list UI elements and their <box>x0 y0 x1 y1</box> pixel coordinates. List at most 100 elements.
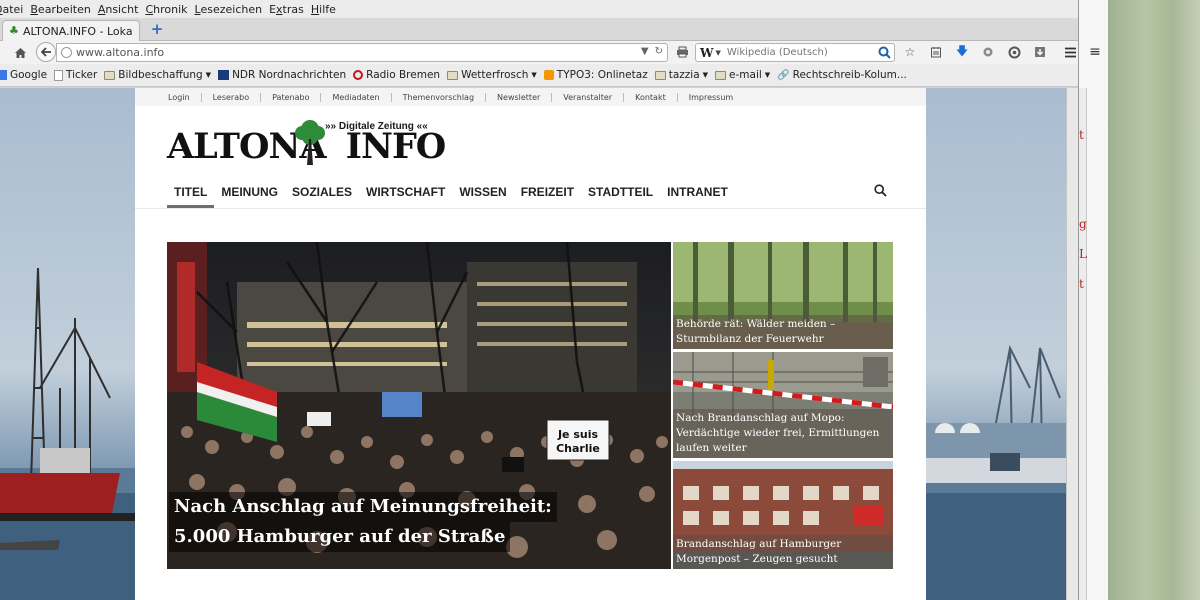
second-window-menu-icon[interactable]: ≡ <box>1087 44 1103 60</box>
bookmark-item[interactable]: NDR Nordnachrichten <box>218 69 346 81</box>
mainnav-item[interactable]: STADTTEIL <box>581 184 660 208</box>
topnav-link[interactable]: Leserabo <box>202 92 262 102</box>
logo-tagline: »» Digitale Zeitung «« <box>325 121 428 132</box>
bookmark-item[interactable]: Radio Bremen <box>353 69 440 81</box>
tab-altona-info[interactable]: ♣ ALTONA.INFO - Lokal... <box>2 20 140 41</box>
side-article-caption: Behörde rät: Wälder meiden – Sturmbilanz… <box>673 315 893 349</box>
side-article-forest[interactable]: Behörde rät: Wälder meiden – Sturmbilanz… <box>673 242 893 349</box>
second-window-link-fragment[interactable]: g <box>1079 217 1087 231</box>
web-search-input[interactable] <box>726 47 882 58</box>
nav-divider <box>135 208 926 209</box>
link-icon: 🔗 <box>777 69 790 81</box>
topnav-link[interactable]: Login <box>168 92 202 102</box>
reload-icon[interactable]: ↻ <box>655 46 663 57</box>
back-arrow-icon[interactable] <box>36 42 56 62</box>
rb-icon <box>353 70 364 80</box>
download-arrow-icon[interactable]: 🡇 <box>952 42 972 62</box>
new-tab-plus-icon[interactable]: + <box>150 22 164 37</box>
bookmark-item[interactable]: tazzia ▼ <box>654 69 709 81</box>
topnav-link[interactable]: Veranstalter <box>552 92 625 102</box>
second-window-link-fragment[interactable]: t <box>1079 277 1084 291</box>
topnav-link[interactable]: Kontakt <box>624 92 678 102</box>
side-article-police-tape[interactable]: Nach Brandanschlag auf Mopo: Verdächtige… <box>673 352 893 458</box>
topnav-link[interactable]: Newsletter <box>486 92 553 102</box>
bookmark-item[interactable]: Ticker <box>54 69 97 81</box>
second-browser-window: ≡ t g L t <box>1078 0 1108 600</box>
menu-item[interactable]: Lesezeichen <box>193 3 268 16</box>
url-dropdown-icon[interactable]: ▼ <box>641 46 649 57</box>
folder-icon <box>447 70 459 80</box>
topnav-link[interactable]: Patenabo <box>261 92 322 102</box>
menu-item[interactable]: Extras <box>267 3 309 16</box>
folder-icon <box>654 70 666 80</box>
url-bar[interactable]: www.altona.info ▼ ↻ <box>56 43 668 62</box>
topnav-link[interactable]: Impressum <box>678 93 744 102</box>
wikipedia-icon[interactable]: W <box>700 46 713 60</box>
typo-icon <box>543 70 554 80</box>
download-box-icon[interactable] <box>1030 42 1050 62</box>
topnav-link[interactable]: Themenvorschlag <box>392 92 487 102</box>
bookmark-item[interactable]: Google <box>0 69 47 81</box>
ndr-icon <box>218 70 230 80</box>
menu-item[interactable]: Datei <box>0 3 28 16</box>
charlie-sign-text: Charlie <box>556 442 600 455</box>
second-window-link-fragment[interactable]: t <box>1079 128 1084 142</box>
home-icon[interactable] <box>10 43 30 63</box>
mainnav-item[interactable]: FREIZEIT <box>514 184 581 208</box>
bookmark-item[interactable]: e-mail ▼ <box>715 69 770 81</box>
bookmark-item[interactable]: Wetterfrosch ▼ <box>447 69 537 81</box>
bookmark-label: Bildbeschaffung <box>118 69 203 81</box>
bookmark-item[interactable]: 🔗 Rechtschreib-Kolum... <box>777 69 907 81</box>
second-window-link-fragment[interactable]: L <box>1079 247 1087 261</box>
folder-icon <box>715 70 727 80</box>
addon-gear-icon[interactable] <box>1004 42 1024 62</box>
hero-article[interactable]: Je suis Charlie Nach Anschlag auf Meinun… <box>167 242 671 569</box>
mainnav-item[interactable]: MEINUNG <box>214 184 285 208</box>
menu-item[interactable]: Bearbeiten <box>28 3 95 16</box>
menu-item[interactable]: Hilfe <box>309 3 341 16</box>
mainnav-item[interactable]: INTRANET <box>660 184 735 208</box>
shield-addon-icon[interactable] <box>978 42 998 62</box>
hero-caption-line-1: Nach Anschlag auf Meinungsfreiheit: <box>169 492 557 522</box>
mainnav-item[interactable]: WIRTSCHAFT <box>359 184 452 208</box>
altona-info-logo[interactable]: ALTONA INFO »» Digitale Zeitung «« <box>167 119 446 167</box>
side-article-morgenpost[interactable]: Brandanschlag auf Hamburger Morgenpost –… <box>673 461 893 569</box>
desktop-background <box>1108 0 1200 600</box>
mainnav-item[interactable]: WISSEN <box>452 184 513 208</box>
hero-caption[interactable]: Nach Anschlag auf Meinungsfreiheit: 5.00… <box>169 492 557 552</box>
navigation-toolbar: www.altona.info ▼ ↻ W ▼ ☆ 🡇 <box>0 41 1078 64</box>
bookmark-label: TYPO3: Onlinetaz <box>556 69 648 81</box>
bookmark-item[interactable]: TYPO3: Onlinetaz <box>543 69 648 81</box>
bookmark-star-icon[interactable]: ☆ <box>900 42 920 62</box>
menu-item[interactable]: Ansicht <box>96 3 144 16</box>
menu-bar: DateiBearbeitenAnsichtChronikLesezeichen… <box>0 0 1078 18</box>
bookmarks-toolbar: Google Ticker Bildbeschaffung ▼ NDR Nordnach… <box>0 64 1078 87</box>
site-search-icon[interactable] <box>874 184 888 198</box>
altona-info-page: Login Leserabo Patenabo Mediadaten Themenvor… <box>135 88 926 600</box>
reader-list-icon[interactable] <box>926 42 946 62</box>
topnav-link[interactable]: Mediadaten <box>321 92 392 102</box>
search-icon[interactable] <box>878 46 892 60</box>
globe-icon <box>61 47 72 58</box>
menu-item[interactable]: Chronik <box>143 3 192 16</box>
hero-caption-line-2: 5.000 Hamburger auf der Straße <box>169 522 511 552</box>
second-window-scrollbar[interactable] <box>1079 88 1087 600</box>
bookmark-label: tazzia <box>668 69 700 81</box>
page-scrollbar[interactable] <box>1066 88 1078 600</box>
bookmark-label: Radio Bremen <box>366 69 441 81</box>
google-icon <box>0 70 7 80</box>
main-navigation: TITEL MEINUNG SOZIALES WIRTSCHAFT WISSEN FREI… <box>167 184 735 208</box>
tree-favicon-icon: ♣ <box>9 24 19 37</box>
mainnav-item[interactable]: TITEL <box>167 184 215 208</box>
bookmark-label: Wetterfrosch <box>461 69 529 81</box>
je-suis-sign-text: Je suis <box>557 428 599 441</box>
print-icon[interactable] <box>672 42 692 62</box>
hamburger-menu-icon[interactable] <box>1060 42 1080 62</box>
bookmark-label: e-mail <box>729 69 762 81</box>
search-engine-dropdown-icon[interactable]: ▼ <box>715 49 720 57</box>
caret-down-icon: ▼ <box>702 71 709 79</box>
web-search-bar[interactable]: W ▼ <box>695 43 895 62</box>
tree-logo-icon <box>295 120 325 165</box>
mainnav-item[interactable]: SOZIALES <box>285 184 359 208</box>
bookmark-item[interactable]: Bildbeschaffung ▼ <box>104 69 211 81</box>
